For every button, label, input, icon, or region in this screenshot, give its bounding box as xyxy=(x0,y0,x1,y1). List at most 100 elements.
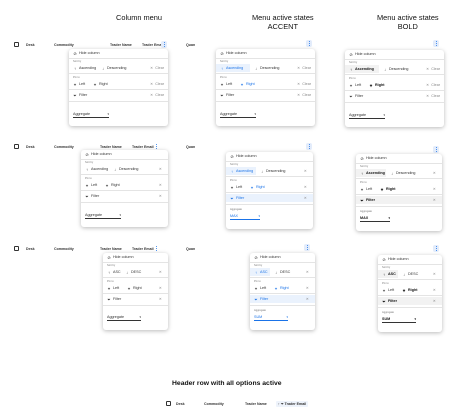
sort-descending-option[interactable]: ↓ Descending xyxy=(101,66,126,71)
column-header-trader-name[interactable]: Trader Name xyxy=(245,402,267,406)
filter-clear-button[interactable]: ✕ xyxy=(159,194,164,198)
sort-clear-button[interactable]: ✕ xyxy=(433,171,438,175)
pin-right-option[interactable]: ⌖ Right xyxy=(274,286,289,291)
filter-clear-button[interactable]: ✕ xyxy=(159,297,164,301)
pin-left-option[interactable]: ⌖ Left xyxy=(254,286,266,291)
sort-ascending-option[interactable]: ↑ ASC xyxy=(254,270,268,275)
sort-clear-button[interactable]: ✕ xyxy=(159,167,164,171)
column-menu-button[interactable] xyxy=(304,244,310,251)
pin-left-option[interactable]: ⌖ Left xyxy=(382,288,394,293)
pin-clear-button[interactable]: ✕ xyxy=(433,187,438,191)
column-menu-button[interactable] xyxy=(306,143,312,150)
filter-option[interactable]: ⏷ Filter xyxy=(382,299,397,304)
column-header-quan[interactable]: Quan xyxy=(186,43,195,47)
hide-column-item[interactable]: ⊘ Hide column xyxy=(216,49,315,57)
sort-clear-button[interactable]: ✕ Clear xyxy=(426,67,440,71)
hide-column-item[interactable]: ⊘ Hide column xyxy=(250,253,315,261)
filter-clear-button[interactable]: ✕ xyxy=(433,198,438,202)
filter-option[interactable]: ⏷ Filter xyxy=(220,93,234,98)
column-menu-button[interactable] xyxy=(161,41,167,48)
pin-left-option[interactable]: ⌖ Left xyxy=(73,82,85,87)
hide-column-item[interactable]: ⊘ Hide column xyxy=(103,253,168,261)
pin-left-option[interactable]: ⌖ Left xyxy=(85,183,97,188)
column-header-quan[interactable]: Quan xyxy=(186,145,195,149)
pin-right-option[interactable]: ⌖ Right xyxy=(380,187,396,192)
column-menu-button[interactable] xyxy=(433,40,439,47)
filter-clear-button[interactable]: ✕ Clear xyxy=(426,94,440,98)
aggregate-select[interactable]: Aggregate ▾ xyxy=(73,111,109,118)
column-header-commodity[interactable]: Commodity xyxy=(54,145,74,149)
sort-ascending-option[interactable]: ↑ Ascending xyxy=(349,67,374,72)
sort-clear-button[interactable]: ✕ xyxy=(433,272,438,276)
pin-right-option[interactable]: ⌖ Right xyxy=(402,288,418,293)
pin-left-option[interactable]: ⌖ Left xyxy=(107,286,119,291)
pin-right-option[interactable]: ⌖ Right xyxy=(369,83,385,88)
column-header-commodity[interactable]: Commodity xyxy=(54,43,74,47)
column-header-desk[interactable]: Desk xyxy=(26,145,35,149)
filter-clear-button[interactable]: ✕ xyxy=(304,196,309,200)
sort-descending-option[interactable]: ↓ DESC xyxy=(125,270,141,275)
sort-descending-option[interactable]: ↓ DESC xyxy=(402,272,418,277)
column-header-trader-name[interactable]: Trader Name xyxy=(100,247,122,251)
pin-right-option[interactable]: ⌖ Right xyxy=(93,82,108,87)
aggregate-select[interactable]: MAX ▾ xyxy=(360,215,390,222)
select-all-checkbox[interactable] xyxy=(14,42,19,47)
sort-ascending-option[interactable]: ↑ Ascending xyxy=(230,169,253,174)
pin-right-option[interactable]: ⌖ Right xyxy=(240,82,255,87)
pin-clear-button[interactable]: ✕ xyxy=(159,183,164,187)
column-menu-button[interactable] xyxy=(153,143,159,150)
pin-clear-button[interactable]: ✕ Clear xyxy=(297,82,311,86)
aggregate-select[interactable]: Aggregate ▾ xyxy=(220,111,256,118)
filter-clear-button[interactable]: ✕ xyxy=(306,297,311,301)
pin-left-option[interactable]: ⌖ Left xyxy=(349,83,361,88)
hide-column-item[interactable]: ⊘ Hide column xyxy=(356,154,442,162)
select-all-checkbox[interactable] xyxy=(166,401,171,406)
sort-ascending-option[interactable]: ↑ ASC xyxy=(107,270,121,275)
sort-descending-option[interactable]: ↓ Descending xyxy=(390,171,415,176)
column-header-trader-email[interactable]: Trader Email xyxy=(132,247,154,251)
sort-ascending-option[interactable]: ↑ ASC xyxy=(382,272,396,277)
aggregate-select[interactable]: Aggregate ▾ xyxy=(349,112,385,119)
filter-clear-button[interactable]: ✕ xyxy=(433,299,438,303)
sort-clear-button[interactable]: ✕ Clear xyxy=(297,66,311,70)
hide-column-item[interactable]: ⊘ Hide column xyxy=(378,255,442,263)
sort-clear-button[interactable]: ✕ Clear xyxy=(150,66,164,70)
sort-descending-option[interactable]: ↓ Descending xyxy=(260,169,285,174)
aggregate-select[interactable]: Aggregate ▾ xyxy=(107,314,141,321)
column-header-commodity[interactable]: Commodity xyxy=(54,247,74,251)
hide-column-item[interactable]: ⊘ Hide column xyxy=(81,150,168,158)
hide-column-item[interactable]: ⊘ Hide column xyxy=(69,49,168,57)
filter-option[interactable]: ⏷ Filter xyxy=(349,94,363,99)
aggregate-select[interactable]: SUM ▾ xyxy=(382,316,416,323)
sort-descending-option[interactable]: ↓ DESC xyxy=(274,270,290,275)
filter-option[interactable]: ⏷ Filter xyxy=(254,297,268,302)
aggregate-select[interactable]: Aggregate ▾ xyxy=(85,212,121,219)
pin-clear-button[interactable]: ✕ Clear xyxy=(150,82,164,86)
column-menu-button[interactable] xyxy=(306,40,312,47)
column-header-trader-name[interactable]: Trader Name xyxy=(100,145,122,149)
select-all-checkbox[interactable] xyxy=(14,144,19,149)
column-menu-button[interactable] xyxy=(433,245,439,252)
aggregate-select[interactable]: MAX ▾ xyxy=(230,213,260,220)
filter-option[interactable]: ⏷ Filter xyxy=(107,297,121,302)
sort-ascending-option[interactable]: ↑ Ascending xyxy=(85,167,108,172)
column-header-desk[interactable]: Desk xyxy=(26,247,35,251)
select-all-checkbox[interactable] xyxy=(14,246,19,251)
hide-column-item[interactable]: ⊘ Hide column xyxy=(226,152,313,160)
column-header-desk[interactable]: Desk xyxy=(176,402,185,406)
pin-right-option[interactable]: ⌖ Right xyxy=(250,185,265,190)
pin-left-option[interactable]: ⌖ Left xyxy=(230,185,242,190)
pin-clear-button[interactable]: ✕ xyxy=(159,286,164,290)
column-header-trader-email[interactable]: Trader Email xyxy=(132,145,154,149)
column-header-trader-email-active[interactable]: ↑ ⏷ Trader Email xyxy=(276,400,309,407)
pin-clear-button[interactable]: ✕ xyxy=(433,288,438,292)
pin-clear-button[interactable]: ✕ Clear xyxy=(426,83,440,87)
sort-ascending-option[interactable]: ↑ Ascending xyxy=(360,171,385,176)
filter-clear-button[interactable]: ✕ Clear xyxy=(150,93,164,97)
column-header-commodity[interactable]: Commodity xyxy=(204,402,224,406)
sort-ascending-option[interactable]: ↑ Ascending xyxy=(220,66,243,71)
column-header-desk[interactable]: Desk xyxy=(26,43,35,47)
pin-left-option[interactable]: ⌖ Left xyxy=(360,187,372,192)
sort-clear-button[interactable]: ✕ xyxy=(304,169,309,173)
sort-ascending-option[interactable]: ↑ Ascending xyxy=(73,66,96,71)
